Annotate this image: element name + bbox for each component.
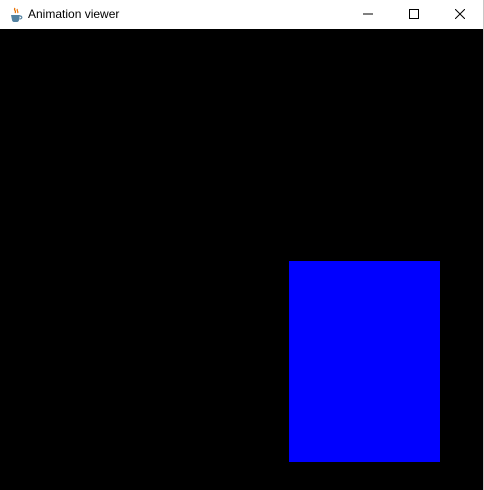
maximize-button[interactable] bbox=[391, 0, 437, 29]
blue-rectangle bbox=[289, 261, 440, 462]
app-window: Animation viewer bbox=[0, 0, 484, 490]
animation-canvas[interactable] bbox=[0, 29, 483, 490]
java-cup-icon[interactable] bbox=[8, 7, 24, 23]
close-button[interactable] bbox=[437, 0, 483, 29]
maximize-icon bbox=[409, 6, 419, 24]
window-title: Animation viewer bbox=[28, 7, 120, 21]
window-controls bbox=[345, 0, 483, 29]
minimize-button[interactable] bbox=[345, 0, 391, 29]
close-icon bbox=[454, 6, 466, 24]
minimize-icon bbox=[363, 6, 373, 24]
title-bar[interactable]: Animation viewer bbox=[0, 0, 483, 29]
